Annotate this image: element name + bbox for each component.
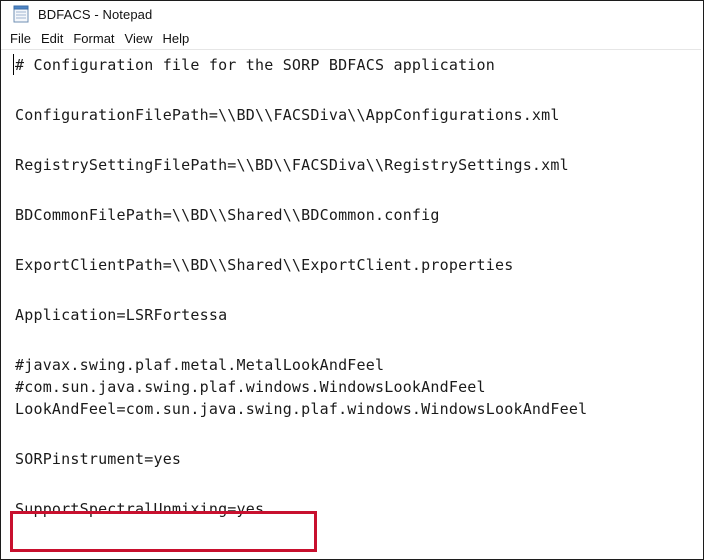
editor-line-comment-header: # Configuration file for the SORP BDFACS… [15, 56, 495, 74]
menu-format[interactable]: Format [71, 31, 120, 46]
text-editor[interactable]: # Configuration file for the SORP BDFACS… [1, 49, 701, 559]
notepad-icon [13, 5, 30, 23]
editor-line-registry-path: RegistrySettingFilePath=\\BD\\FACSDiva\\… [15, 156, 569, 174]
menu-bar: File Edit Format View Help [1, 27, 703, 49]
menu-file[interactable]: File [8, 31, 37, 46]
editor-line-exportclient-path: ExportClientPath=\\BD\\Shared\\ExportCli… [15, 256, 514, 274]
editor-line-sorp-instrument: SORPinstrument=yes [15, 450, 182, 468]
editor-line-bdcommon-path: BDCommonFilePath=\\BD\\Shared\\BDCommon.… [15, 206, 440, 224]
title-bar[interactable]: BDFACS - Notepad [1, 1, 703, 27]
editor-line-application: Application=LSRFortessa [15, 306, 228, 324]
menu-edit[interactable]: Edit [39, 31, 69, 46]
notepad-window: BDFACS - Notepad File Edit Format View H… [0, 0, 704, 560]
menu-help[interactable]: Help [160, 31, 195, 46]
editor-line-windows-laf-comment: #com.sun.java.swing.plaf.windows.Windows… [15, 378, 486, 396]
window-title: BDFACS - Notepad [38, 6, 153, 22]
editor-line-configuration-path: ConfigurationFilePath=\\BD\\FACSDiva\\Ap… [15, 106, 560, 124]
editor-line-lookandfeel: LookAndFeel=com.sun.java.swing.plaf.wind… [15, 400, 588, 418]
text-caret [13, 54, 14, 75]
highlight-box [10, 511, 317, 552]
menu-view[interactable]: View [123, 31, 159, 46]
editor-line-metal-laf: #javax.swing.plaf.metal.MetalLookAndFeel [15, 356, 385, 374]
